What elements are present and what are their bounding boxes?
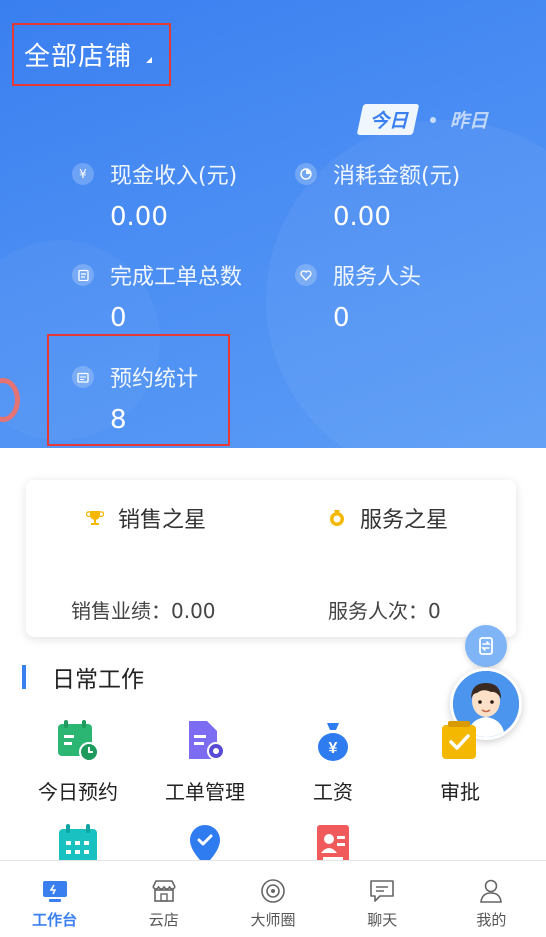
nav-label: 工作台: [32, 911, 78, 929]
nav-workbench[interactable]: 工作台: [0, 861, 109, 937]
clipboard-icon: [72, 264, 94, 286]
grid-item-today-appointments[interactable]: 今日预约: [23, 718, 133, 805]
check-folder-icon: [437, 718, 483, 764]
trophy-icon: [86, 509, 104, 527]
stat-service-heads[interactable]: 服务人头 0: [295, 259, 421, 333]
stat-value: 0: [110, 303, 127, 333]
user-icon: [476, 877, 506, 905]
stat-label: 消耗金额(元): [333, 164, 461, 189]
stat-consumption[interactable]: 消耗金额(元) 0.00: [295, 158, 460, 232]
store-select-label: 全部店铺: [24, 42, 133, 72]
store-icon: [149, 877, 179, 905]
today-tab-label: 今日: [369, 110, 408, 132]
heart-icon: [295, 264, 317, 286]
yesterday-tab[interactable]: 昨日: [450, 106, 488, 133]
swap-icon: [479, 637, 493, 655]
money-bag-icon: ¥: [310, 718, 356, 764]
stars-card: 销售之星 服务之星 销售业绩：0.00 服务人次：0: [26, 480, 516, 637]
service-star-title: 服务之星: [360, 508, 449, 533]
pie-chart-icon: [295, 163, 317, 185]
caret-down-icon: [140, 56, 153, 63]
grid-item-label: 审批: [440, 780, 480, 804]
section-accent-bar: [22, 665, 26, 689]
medal-icon: [328, 509, 346, 527]
nav-chat[interactable]: 聊天: [328, 861, 437, 937]
nav-label: 云店: [148, 911, 179, 929]
service-metric: 服务人次：0: [328, 599, 441, 623]
stat-value: 0.00: [110, 202, 168, 232]
sales-star[interactable]: 销售之星: [86, 502, 206, 534]
store-select-dropdown[interactable]: 全部店铺: [12, 23, 171, 86]
nav-master-circle[interactable]: 大师圈: [218, 861, 327, 937]
stat-value: 0.00: [333, 202, 391, 232]
circle-icon: [258, 877, 288, 905]
sales-metric: 销售业绩：0.00: [71, 599, 216, 623]
service-star[interactable]: 服务之星: [328, 502, 448, 534]
day-toggle: 今日 昨日: [356, 104, 488, 135]
app-screen: 全部店铺 今日 昨日 ¥ 现金收入(元) 0.00 消耗金额(元) 0.00 完…: [0, 0, 546, 937]
switch-role-button[interactable]: [465, 625, 507, 667]
bottom-nav: 工作台 云店 大师圈 聊天 我的: [0, 860, 546, 937]
nav-store[interactable]: 云店: [109, 861, 218, 937]
document-gear-icon: [182, 718, 228, 764]
nav-label: 大师圈: [250, 911, 296, 929]
grid-item-label: 今日预约: [38, 780, 118, 804]
stat-label: 完成工单总数: [110, 265, 243, 290]
svg-text:¥: ¥: [329, 740, 338, 757]
daily-work-header: 日常工作: [22, 660, 144, 694]
daily-work-title: 日常工作: [52, 667, 144, 693]
grid-item-order-management[interactable]: 工单管理: [150, 718, 260, 805]
grid-item-label: 工单管理: [165, 780, 245, 804]
appointments-highlight: [47, 334, 230, 446]
calendar-clock-icon: [55, 718, 101, 764]
nav-label: 我的: [476, 911, 507, 929]
stat-label: 服务人头: [333, 265, 422, 290]
stat-cash-income[interactable]: ¥ 现金收入(元) 0.00: [72, 158, 237, 232]
today-tab[interactable]: 今日: [356, 104, 420, 135]
workbench-icon: [40, 877, 70, 905]
stat-orders-done[interactable]: 完成工单总数 0: [72, 259, 242, 333]
separator-dot: [429, 116, 436, 123]
chat-icon: [367, 877, 397, 905]
nav-label: 聊天: [367, 911, 398, 929]
grid-item-label: 工资: [313, 780, 353, 804]
sales-star-title: 销售之星: [118, 508, 207, 533]
grid-item-approval[interactable]: 审批: [405, 718, 515, 805]
nav-profile[interactable]: 我的: [437, 861, 546, 937]
stat-value: 0: [333, 303, 350, 333]
yen-icon: ¥: [72, 163, 94, 185]
grid-item-salary[interactable]: ¥ 工资: [278, 718, 388, 805]
stat-label: 现金收入(元): [110, 164, 238, 189]
